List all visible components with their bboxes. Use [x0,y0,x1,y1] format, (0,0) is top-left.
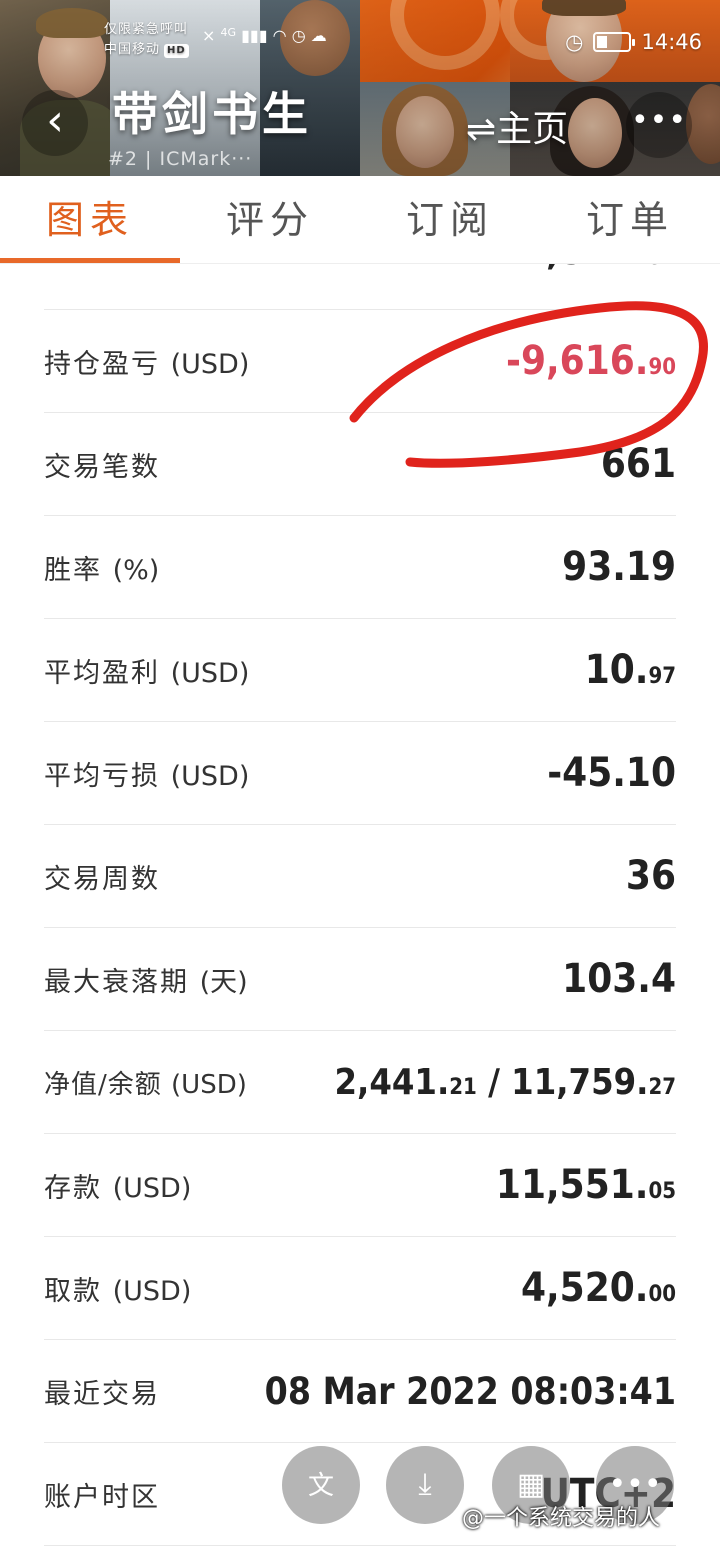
stat-label: 账户时区 [44,1481,160,1513]
translate-button[interactable]: 文 [282,1446,360,1524]
stat-value: 93.19 [562,544,676,590]
stat-value: 36 [625,853,676,899]
stat-value: -45.10 [547,750,676,796]
account-subtitle: #2 | ICMark··· [108,148,253,170]
tab-rating[interactable]: 评分 [180,176,360,263]
profile-header: 仅限紧急呼叫 中国移动 HD × 4G ▮▮▮ ◠ ◷ ☁ ◷ 14:46 ‹ 带… [0,0,720,176]
stat-row-deposits: 存款 (USD) 11,551.05 [44,1134,676,1237]
stat-label: 取款 (USD) [44,1275,192,1307]
tab-chart[interactable]: 图表 [0,176,180,263]
stat-row-max-decline-period: 最大衰落期 (天) 103.4 [44,928,676,1031]
stat-value: 661 [600,441,676,487]
stat-label: 净值/余额 (USD) [44,1069,247,1100]
carrier-row: 中国移动 HD [104,40,189,60]
stat-value: 10.97 [584,647,676,693]
back-button[interactable]: ‹ [22,90,88,156]
tab-orders[interactable]: 订单 [540,176,720,263]
stat-row-avg-loss: 平均亏损 (USD) -45.10 [44,722,676,825]
more-button[interactable]: ••• [626,92,692,158]
tab-bar: 图表 评分 订阅 订单 [0,176,720,264]
tab-subscribe[interactable]: 订阅 [360,176,540,263]
grid-icon: ▦ [516,1467,546,1502]
watermark: @一个系统交易的人 [462,1506,661,1531]
close-icon: × [202,26,216,45]
alarm-icon-right: ◷ [565,30,584,54]
stat-row-last-trade: 最近交易 08 Mar 2022 08:03:41 [44,1340,676,1443]
stat-row-equity-balance: 净值/余额 (USD) 2,441.21 / 11,759.27 [44,1031,676,1134]
stat-value: -9,616.90 [506,338,676,384]
home-link[interactable]: ⇌主页 [466,100,568,152]
stat-row-floating-pl: 持仓盈亏 (USD) -9,616.90 [44,310,676,413]
wifi-icon: ◠ [272,26,287,45]
more-dots-icon: ••• [608,1467,662,1502]
carrier-name: 中国移动 [104,42,161,57]
stat-value: 08 Mar 2022 08:03:41 [264,1369,676,1413]
status-carrier: 仅限紧急呼叫 中国移动 HD [104,20,189,60]
status-time: 14:46 [641,30,702,54]
weather-icon: ☁ [310,26,327,45]
status-icons: × 4G ▮▮▮ ◠ ◷ ☁ [202,26,327,45]
stat-value: 4,520.00 [520,1265,676,1311]
more-dots-icon: ••• [630,103,688,138]
stat-label: 平均盈利 (USD) [44,657,250,689]
stat-label: 交易笔数 [44,451,160,483]
download-icon: ⤓ [418,1467,432,1502]
emergency-text: 仅限紧急呼叫 [104,22,189,37]
stat-label: 胜率 (%) [44,554,160,586]
network-label: 4G [220,26,237,39]
stat-row-trades: 交易笔数 661 [44,413,676,516]
stat-row-win-rate: 胜率 (%) 93.19 [44,516,676,619]
page-title: 带剑书生 [112,87,312,141]
stat-label: 最近交易 [44,1378,160,1410]
signal-icon: ▮▮▮ [241,26,268,45]
translate-icon: 文 [307,1471,334,1501]
stat-value: 2,441.21 / 11,759.27 [334,1061,677,1103]
alarm-icon: ◷ [291,26,306,45]
hd-badge: HD [164,44,189,58]
stat-value: 11,551.05 [495,1162,676,1208]
stat-label: 持仓盈亏 (USD) [44,348,250,380]
stat-row-trading-weeks: 交易周数 36 [44,825,676,928]
stat-row-max-drawdown: 最大回撤 (USD) 1,524.52 [44,258,676,310]
stat-row-withdrawals: 取款 (USD) 4,520.00 [44,1237,676,1340]
stats-list: 最大回撤 (USD) 1,524.52 持仓盈亏 (USD) -9,616.90… [44,258,676,1546]
stat-value: 103.4 [562,956,676,1002]
stat-label: 存款 (USD) [44,1172,192,1204]
stat-label: 平均亏损 (USD) [44,760,250,792]
stat-label: 交易周数 [44,863,160,895]
status-right: ◷ 14:46 [565,30,702,54]
chevron-left-icon: ‹ [46,95,64,146]
stat-label: 最大衰落期 (天) [44,966,248,998]
battery-icon [593,32,636,52]
stat-row-avg-profit: 平均盈利 (USD) 10.97 [44,619,676,722]
download-button[interactable]: ⤓ [386,1446,464,1524]
